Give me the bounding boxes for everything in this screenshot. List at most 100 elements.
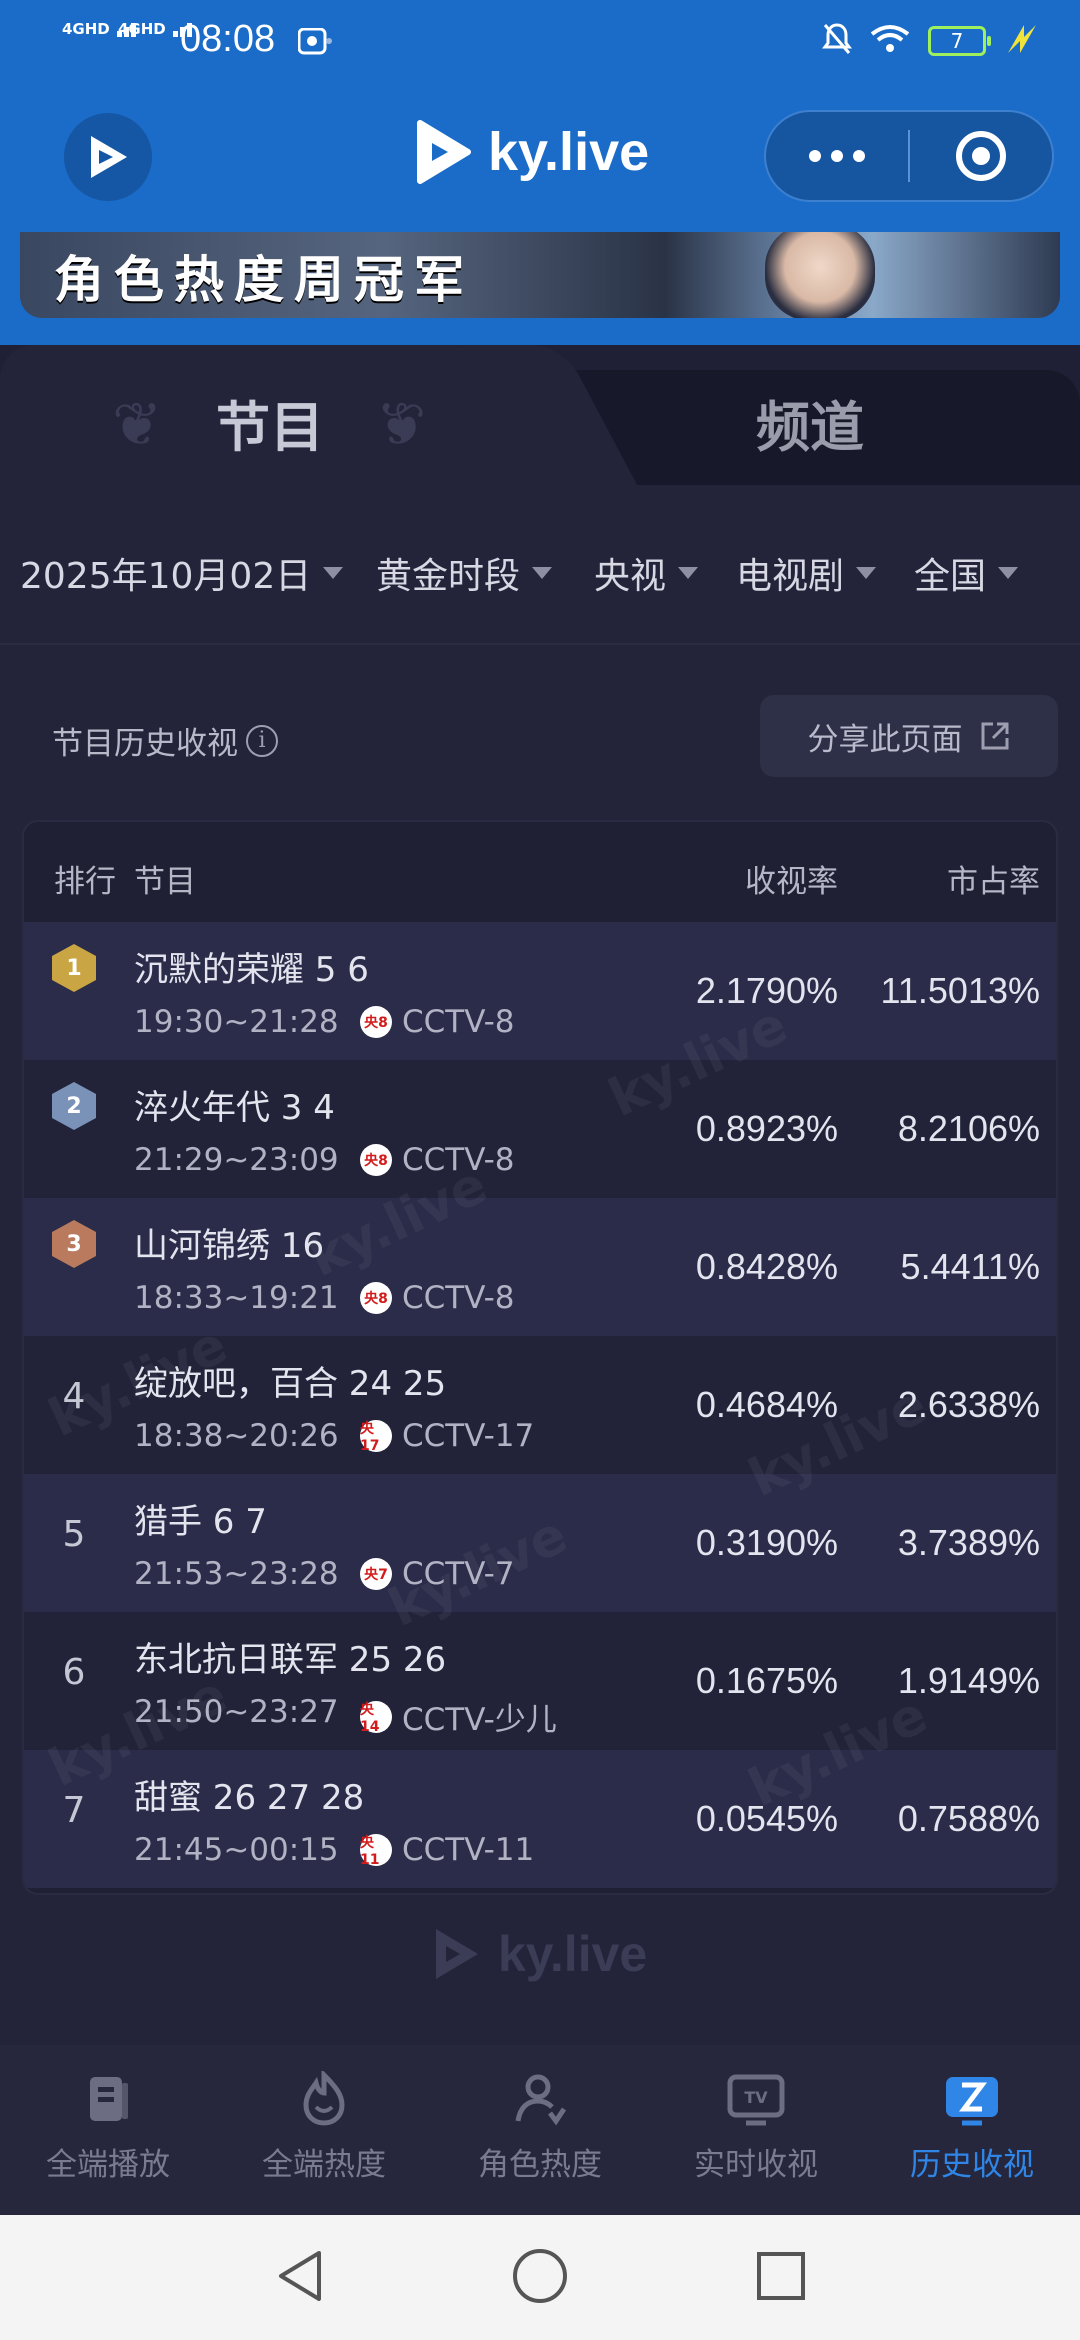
program-title: 东北抗日联军 25 26 bbox=[134, 1640, 447, 1680]
channel-logo-icon: 央8 bbox=[360, 1282, 392, 1314]
share-page-button[interactable]: 分享此页面 bbox=[760, 695, 1058, 777]
air-time: 18:38~20:26 bbox=[134, 1418, 339, 1454]
system-nav-bar bbox=[0, 2215, 1080, 2340]
miniprogram-capsule bbox=[764, 110, 1054, 202]
header-program: 节目 bbox=[134, 864, 196, 900]
program-title: 甜蜜 26 27 28 bbox=[134, 1778, 365, 1818]
channel-name: CCTV-8 bbox=[402, 1142, 515, 1178]
app-header: 4GHD 4GHD 08:08 7 ky.live 角色热度周冠军 bbox=[0, 0, 1080, 345]
share-value: 0.7588% bbox=[897, 1798, 1040, 1839]
rank-number: 3 bbox=[66, 1231, 82, 1257]
share-page-label: 分享此页面 bbox=[807, 721, 963, 758]
rank-number: 4 bbox=[62, 1376, 86, 1417]
filter-broadcaster-label: 央视 bbox=[594, 556, 667, 597]
channel-logo-icon: 央7 bbox=[360, 1558, 392, 1590]
rank-number: 2 bbox=[66, 1093, 82, 1119]
more-options-button[interactable] bbox=[766, 150, 908, 162]
back-triangle-icon bbox=[279, 2250, 321, 2301]
bottom-nav: 全端播放 全端热度 角色热度 TV 实时收视 历史收视 bbox=[0, 2045, 1080, 2215]
table-row[interactable]: 3 山河锦绣 16 18:33~19:21 央8 CCTV-8 0.8428% 5.4411… bbox=[24, 1198, 1056, 1336]
filter-region-label: 全国 bbox=[914, 556, 987, 597]
filter-region[interactable]: 全国 bbox=[914, 547, 1019, 599]
program-title: 沉默的荣耀 5 6 bbox=[134, 950, 369, 990]
ratings-table: 排行 节目 收视率 市占率 1 沉默的荣耀 5 6 19:30~21:28 央8 CCT… bbox=[22, 820, 1058, 1895]
history-icon bbox=[942, 2069, 1002, 2129]
chevron-down-icon bbox=[532, 567, 553, 579]
rating-value: 0.1675% bbox=[695, 1660, 838, 1701]
flame-icon bbox=[294, 2069, 354, 2129]
filter-date-label: 2025年10月02日 bbox=[20, 556, 312, 597]
brand-header: ky.live bbox=[412, 112, 649, 192]
channel-name: CCTV-少儿 bbox=[402, 1702, 557, 1738]
table-row[interactable]: 7 甜蜜 26 27 28 21:45~00:15 央11 CCTV-11 0.0545%… bbox=[24, 1750, 1056, 1888]
channel-name: CCTV-8 bbox=[402, 1004, 515, 1040]
nav-realtime-ratings[interactable]: TV 实时收视 bbox=[648, 2045, 864, 2215]
filter-timeslot[interactable]: 黄金时段 bbox=[376, 547, 553, 599]
channel-logo-icon: 央8 bbox=[360, 1144, 392, 1176]
program-title: 猎手 6 7 bbox=[134, 1502, 267, 1542]
air-time: 21:29~23:09 bbox=[134, 1142, 339, 1178]
share-value: 2.6338% bbox=[897, 1384, 1040, 1425]
play-logo-icon bbox=[91, 136, 127, 178]
brand-logo-icon bbox=[417, 120, 471, 184]
banner-title: 角色热度周冠军 bbox=[54, 251, 474, 309]
channel: 央8 CCTV-8 bbox=[360, 1280, 515, 1316]
tab-channel-label[interactable]: 频道 bbox=[756, 383, 864, 462]
channel: 央8 CCTV-8 bbox=[360, 1004, 515, 1040]
tab-program-label[interactable]: 节目 bbox=[216, 383, 324, 462]
wifi-icon bbox=[870, 24, 910, 58]
filter-broadcaster[interactable]: 央视 bbox=[594, 547, 699, 599]
brand-logo-icon bbox=[436, 1929, 478, 1979]
program-title: 淬火年代 3 4 bbox=[134, 1088, 335, 1128]
air-time: 21:50~23:27 bbox=[134, 1694, 339, 1730]
external-link-icon bbox=[981, 722, 1008, 750]
main-panel: 2025年10月02日 黄金时段 央视 电视剧 全国 节目历史收视 i 分享此页… bbox=[0, 485, 1080, 2045]
filter-bar: 2025年10月02日 黄金时段 央视 电视剧 全国 bbox=[0, 485, 1080, 645]
laurel-left-icon: ❦ bbox=[112, 390, 163, 460]
chevron-down-icon bbox=[323, 567, 344, 579]
signal-label-1: 4GHD bbox=[62, 20, 110, 38]
back-button[interactable] bbox=[273, 2247, 325, 2309]
header-rating: 收视率 bbox=[745, 864, 838, 900]
table-header: 排行 节目 收视率 市占率 bbox=[24, 822, 1056, 922]
channel: 央8 CCTV-8 bbox=[360, 1142, 515, 1178]
rank-number: 5 bbox=[62, 1514, 86, 1555]
app-notification-icon bbox=[297, 27, 332, 60]
air-time: 21:53~23:28 bbox=[134, 1556, 339, 1592]
recents-button[interactable] bbox=[755, 2250, 807, 2306]
nav-all-playback-label: 全端播放 bbox=[46, 2147, 170, 2183]
nav-character-heat-label: 角色热度 bbox=[478, 2147, 602, 2183]
nav-all-playback[interactable]: 全端播放 bbox=[0, 2045, 216, 2215]
rating-value: 0.4684% bbox=[695, 1384, 838, 1425]
nav-all-heat[interactable]: 全端热度 bbox=[216, 2045, 432, 2215]
nav-history-ratings-label: 历史收视 bbox=[910, 2147, 1034, 2183]
channel-logo-icon: 央14 bbox=[360, 1700, 392, 1735]
footer-brand-text: ky.live bbox=[498, 1926, 648, 1982]
table-row[interactable]: 2 淬火年代 3 4 21:29~23:09 央8 CCTV-8 0.8923% 8.210… bbox=[24, 1060, 1056, 1198]
filter-date[interactable]: 2025年10月02日 bbox=[20, 547, 344, 599]
channel: 央17 CCTV-17 bbox=[360, 1418, 534, 1454]
app-logo-button[interactable] bbox=[64, 113, 152, 201]
filter-genre[interactable]: 电视剧 bbox=[736, 547, 877, 599]
section-title-text: 节目历史收视 bbox=[52, 726, 238, 762]
program-title: 绽放吧，百合 24 25 bbox=[134, 1364, 447, 1404]
table-row[interactable]: 1 沉默的荣耀 5 6 19:30~21:28 央8 CCTV-8 2.1790% 11.5… bbox=[24, 922, 1056, 1060]
home-button[interactable] bbox=[511, 2247, 569, 2309]
person-icon bbox=[510, 2069, 570, 2129]
table-row[interactable]: 6 东北抗日联军 25 26 21:50~23:27 央14 CCTV-少儿 0.1675… bbox=[24, 1612, 1056, 1750]
share-value: 5.4411% bbox=[900, 1246, 1040, 1287]
channel: 央11 CCTV-11 bbox=[360, 1832, 534, 1868]
close-miniprogram-button[interactable] bbox=[910, 128, 1052, 184]
promo-banner[interactable]: 角色热度周冠军 bbox=[20, 232, 1060, 318]
table-row[interactable]: 5 猎手 6 7 21:53~23:28 央7 CCTV-7 0.3190% 3.7389% bbox=[24, 1474, 1056, 1612]
nav-history-ratings[interactable]: 历史收视 bbox=[864, 2045, 1080, 2215]
rank-medal-icon: 1 bbox=[52, 944, 96, 992]
nav-character-heat[interactable]: 角色热度 bbox=[432, 2045, 648, 2215]
clock: 08:08 bbox=[180, 18, 276, 60]
air-time: 19:30~21:28 bbox=[134, 1004, 339, 1040]
table-row[interactable]: 4 绽放吧，百合 24 25 18:38~20:26 央17 CCTV-17 0.4684… bbox=[24, 1336, 1056, 1474]
air-time: 21:45~00:15 bbox=[134, 1832, 339, 1868]
filter-genre-label: 电视剧 bbox=[736, 556, 845, 597]
info-icon[interactable]: i bbox=[246, 724, 278, 757]
share-value: 11.5013% bbox=[880, 970, 1040, 1011]
